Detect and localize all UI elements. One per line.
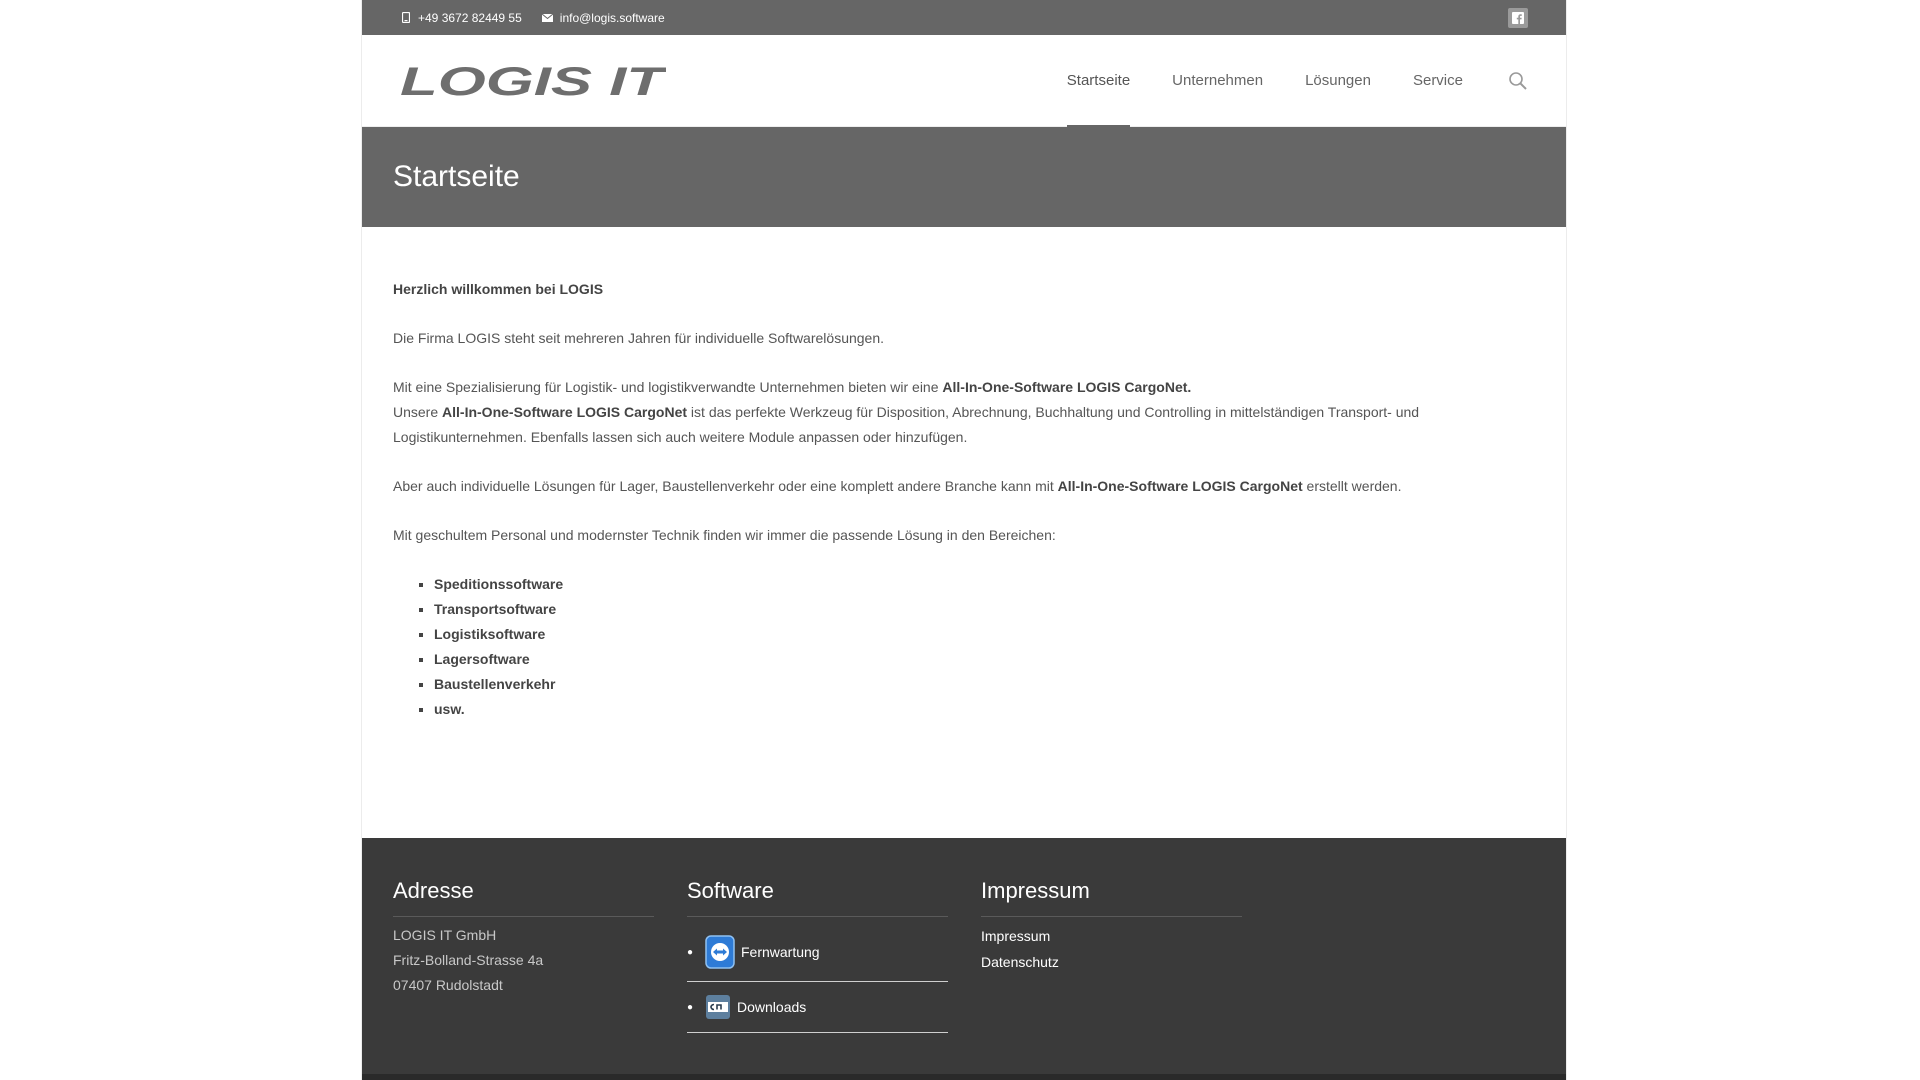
phone-icon — [400, 12, 412, 24]
search-button[interactable] — [1484, 35, 1528, 127]
footer-impressum: Impressum Impressum Datenschutz — [981, 878, 1242, 1080]
list-item: usw. — [434, 697, 1535, 722]
main-nav: Startseite Unternehmen Lösungen Service — [1046, 35, 1528, 128]
intro-paragraph: Die Firma LOGIS steht seit mehreren Jahr… — [393, 330, 885, 346]
site-footer: Adresse LOGIS IT GmbH Fritz-Bolland-Stra… — [362, 838, 1566, 1080]
nav-startseite[interactable]: Startseite — [1046, 35, 1151, 128]
phone-number: +49 3672 82449 55 — [418, 10, 522, 25]
list-item: Logistiksoftware — [434, 622, 1535, 647]
nav-loesungen[interactable]: Lösungen — [1284, 35, 1392, 127]
areas-paragraph: Mit geschultem Personal und modernster T… — [393, 527, 1056, 543]
page-title: Startseite — [393, 160, 520, 193]
email-contact[interactable]: info@logis.software — [542, 11, 665, 25]
facebook-icon[interactable] — [1508, 7, 1528, 28]
address-line: LOGIS IT GmbH — [393, 927, 497, 943]
software-item-downloads[interactable]: ● Downloads — [687, 982, 948, 1033]
main-content: Herzlich willkommen bei LOGIS Die Firma … — [362, 227, 1566, 838]
page-container: +49 3672 82449 55 info@logis.software LO… — [361, 0, 1567, 1080]
datenschutz-link[interactable]: Datenschutz — [981, 949, 1242, 975]
specialization-paragraph: Mit eine Spezialisierung für Logistik- u… — [393, 379, 1420, 445]
top-bar: +49 3672 82449 55 info@logis.software — [362, 0, 1566, 35]
individual-solutions-paragraph: Aber auch individuelle Lösungen für Lage… — [393, 478, 1402, 494]
footer-software: Software ● Fernwartung ● Downloads — [687, 878, 948, 1080]
logo-image: LOGIS IT — [400, 64, 666, 98]
footer-software-title: Software — [687, 878, 948, 917]
footer-bottom-bar — [362, 1074, 1566, 1080]
welcome-heading: Herzlich willkommen bei LOGIS — [393, 281, 604, 297]
nav-service[interactable]: Service — [1392, 35, 1484, 127]
page-title-bar: Startseite — [362, 127, 1566, 227]
logo[interactable]: LOGIS IT — [400, 64, 666, 98]
footer-address: Adresse LOGIS IT GmbH Fritz-Bolland-Stra… — [393, 878, 654, 1080]
search-icon — [1509, 71, 1527, 90]
list-item: Baustellenverkehr — [434, 672, 1535, 697]
software-item-fernwartung[interactable]: ● Fernwartung — [687, 923, 948, 982]
phone-contact[interactable]: +49 3672 82449 55 — [400, 11, 522, 25]
areas-list: Speditionssoftware Transportsoftware Log… — [434, 572, 1535, 722]
site-header: LOGIS IT Startseite Unternehmen Lösungen… — [362, 35, 1566, 128]
cargonet-icon — [705, 994, 731, 1020]
list-item: Transportsoftware — [434, 597, 1535, 622]
nav-unternehmen[interactable]: Unternehmen — [1151, 35, 1284, 127]
footer-impressum-title: Impressum — [981, 878, 1242, 917]
logo-text: LOGIS IT — [400, 64, 666, 98]
address-line: Fritz-Bolland-Strasse 4a — [393, 952, 544, 968]
list-item: Speditionssoftware — [434, 572, 1535, 597]
address-line: 07407 Rudolstadt — [393, 977, 503, 993]
list-item: Lagersoftware — [434, 647, 1535, 672]
teamviewer-icon — [705, 935, 735, 969]
impressum-link[interactable]: Impressum — [981, 923, 1242, 949]
email-address: info@logis.software — [559, 10, 665, 25]
mail-icon — [542, 12, 554, 24]
footer-address-title: Adresse — [393, 878, 654, 917]
